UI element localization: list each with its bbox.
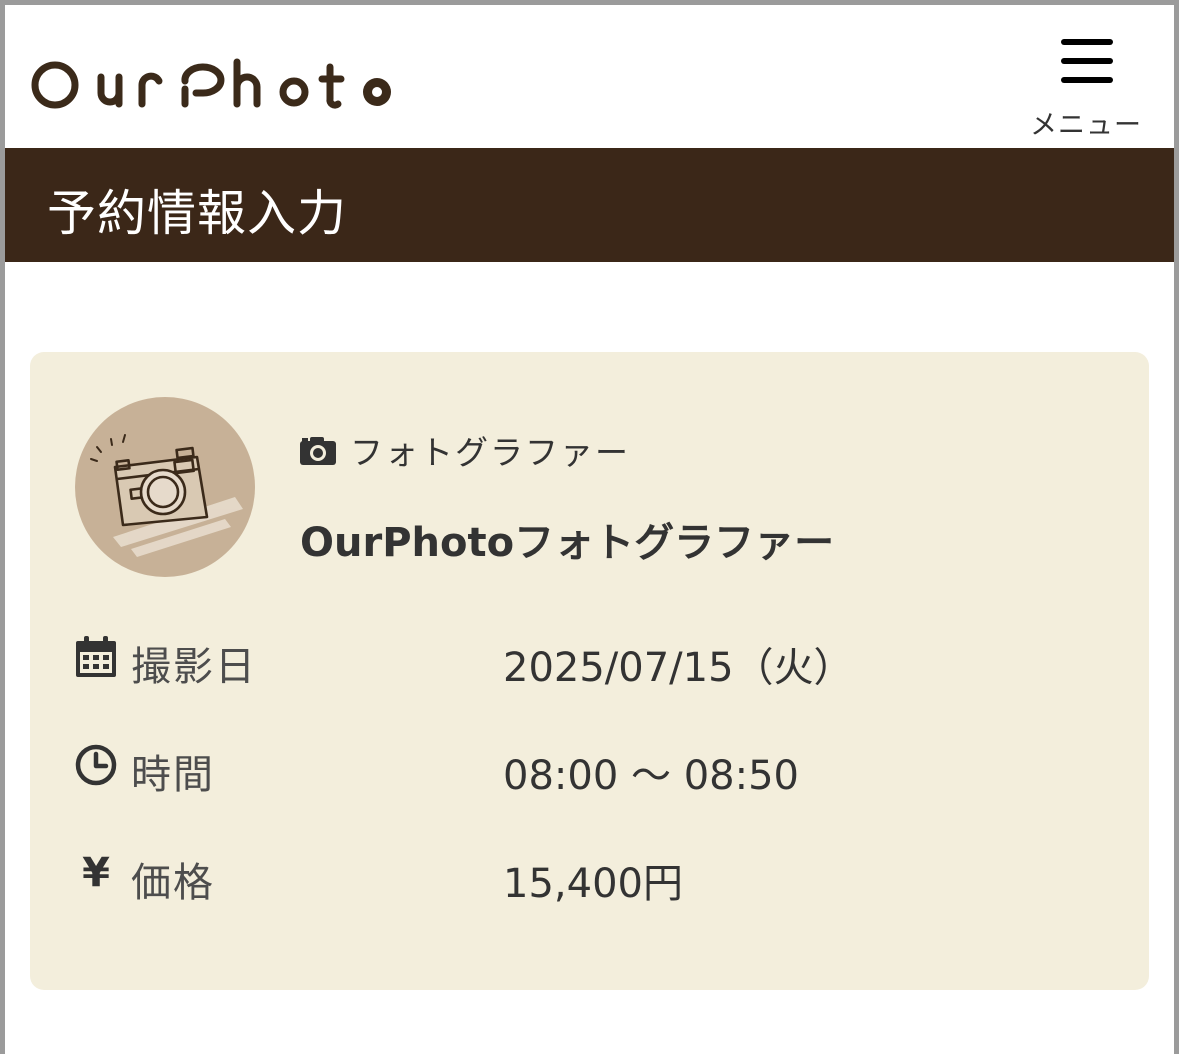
detail-label-date: 撮影日 [131,644,257,690]
ourphoto-logo[interactable] [30,57,400,113]
detail-row-date: 撮影日 2025/07/15（火） [75,632,1125,691]
menu-button[interactable]: メニュー [1026,33,1146,141]
detail-row-time: 時間 08:00 ～ 08:50 [75,740,1125,799]
yen-icon: ¥ [82,850,110,896]
detail-label-price: 価格 [131,860,215,906]
calendar-icon [76,636,116,677]
page-title: 予約情報入力 [47,185,348,242]
photographer-name: OurPhotoフォトグラファー [300,520,835,566]
page-title-bar: 予約情報入力 [5,148,1174,262]
booking-summary-card: フォトグラファー OurPhotoフォトグラファー 撮影日 2025/07/15… [30,352,1149,990]
photographer-role: フォトグラファー [300,430,630,472]
site-header: メニュー [5,5,1174,148]
camera-illustration-icon [90,434,243,557]
photographer-avatar [75,397,255,577]
detail-row-price: ¥ 価格 15,400円 [75,848,1125,907]
detail-value-time: 08:00 ～ 08:50 [503,753,799,799]
camera-icon [300,437,336,465]
logo-wordmark [31,58,391,109]
clock-icon [75,744,117,786]
page-frame: メニュー 予約情報入力 フォトグラファー OurPhotoフォトグラファー 撮影… [0,0,1179,1054]
menu-label: メニュー [1030,110,1142,141]
detail-value-price: 15,400円 [503,861,683,907]
detail-label-time: 時間 [131,752,215,798]
photographer-role-label: フォトグラファー [350,433,630,472]
detail-value-date: 2025/07/15（火） [503,645,854,691]
hamburger-icon [1061,39,1113,87]
